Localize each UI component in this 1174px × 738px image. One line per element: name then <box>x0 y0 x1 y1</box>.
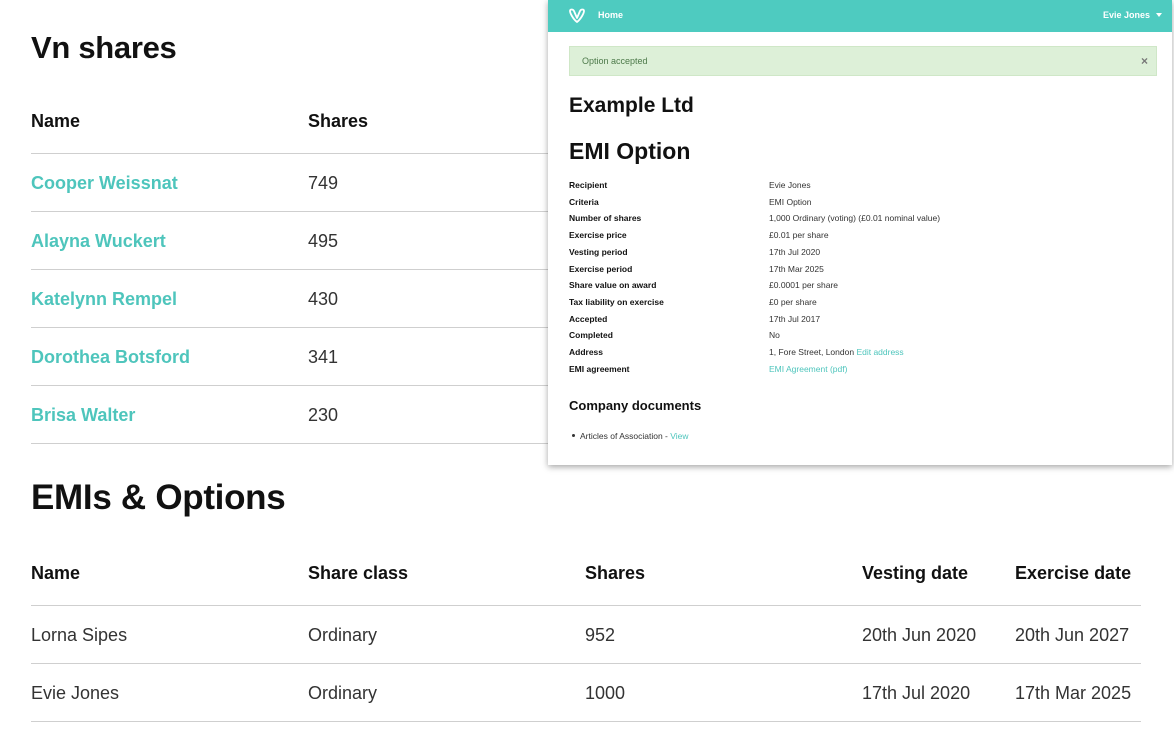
detail-value: £0 per share <box>769 297 817 307</box>
bullet-icon <box>572 434 575 437</box>
emi-table-header: Name Share class Shares Vesting date Exe… <box>31 547 1141 606</box>
detail-row-number-of-shares: Number of shares 1,000 Ordinary (voting)… <box>569 213 1129 227</box>
address-text: 1, Fore Street, London <box>769 347 855 357</box>
column-header-name: Name <box>31 563 81 583</box>
share-class: Ordinary <box>308 625 378 645</box>
detail-value: No <box>769 330 780 340</box>
v-logo-icon[interactable] <box>568 7 586 25</box>
detail-value: 17th Jul 2020 <box>769 247 821 257</box>
table-row: Lorna Sipes Ordinary 952 20th Jun 2020 2… <box>31 606 1141 664</box>
emi-agreement-pdf-link[interactable]: EMI Agreement (pdf) <box>769 364 847 374</box>
close-icon[interactable]: × <box>1141 54 1148 68</box>
list-item: Articles of Association - View <box>572 431 689 441</box>
emi-option-window: Home Evie Jones Option accepted × Exampl… <box>548 0 1172 465</box>
column-header-exercise-date: Exercise date <box>1015 563 1132 583</box>
shareholder-link[interactable]: Brisa Walter <box>31 405 135 426</box>
column-header-vesting-date: Vesting date <box>862 563 969 583</box>
detail-label: Tax liability on exercise <box>569 297 664 307</box>
detail-value: 1, Fore Street, London Edit address <box>769 347 904 357</box>
detail-value: £0.01 per share <box>769 230 829 240</box>
detail-row-completed: Completed No <box>569 330 1129 344</box>
emi-section-title: EMIs & Options <box>31 478 286 517</box>
nav-home-link[interactable]: Home <box>598 10 623 20</box>
detail-label: Exercise price <box>569 230 627 240</box>
company-title: Example Ltd <box>569 94 694 117</box>
holder-name: Evie Jones <box>31 683 120 703</box>
column-header-share-class: Share class <box>308 563 409 583</box>
detail-label: Accepted <box>569 314 608 324</box>
column-header-shares: Shares <box>585 563 646 583</box>
edit-address-link[interactable]: Edit address <box>856 347 903 357</box>
vesting-date: 17th Jul 2020 <box>862 683 971 703</box>
column-header-shares: Shares <box>308 111 369 131</box>
detail-value: EMI Option <box>769 197 812 207</box>
detail-label: Vesting period <box>569 247 628 257</box>
detail-row-exercise-price: Exercise price £0.01 per share <box>569 230 1129 244</box>
detail-value: EMI Agreement (pdf) <box>769 364 847 374</box>
shareholder-link[interactable]: Dorothea Botsford <box>31 347 190 368</box>
shares-value: 230 <box>308 405 339 425</box>
option-title: EMI Option <box>569 138 691 164</box>
detail-value: Evie Jones <box>769 180 811 190</box>
success-alert: Option accepted × <box>569 46 1157 76</box>
detail-value: 17th Jul 2017 <box>769 314 821 324</box>
shares-value: 952 <box>585 625 616 645</box>
detail-label: EMI agreement <box>569 364 630 374</box>
user-menu-toggle[interactable]: Evie Jones <box>1103 10 1150 20</box>
exercise-date: 17th Mar 2025 <box>1015 683 1132 703</box>
detail-value: 17th Mar 2025 <box>769 264 824 274</box>
holder-name: Lorna Sipes <box>31 625 128 645</box>
detail-value: 1,000 Ordinary (voting) (£0.01 nominal v… <box>769 213 941 223</box>
view-document-link[interactable]: View <box>670 431 688 441</box>
detail-row-accepted: Accepted 17th Jul 2017 <box>569 314 1129 328</box>
detail-row-emi-agreement: EMI agreement EMI Agreement (pdf) <box>569 364 1129 378</box>
detail-row-recipient: Recipient Evie Jones <box>569 180 1129 194</box>
detail-label: Number of shares <box>569 213 642 223</box>
detail-row-tax-liability: Tax liability on exercise £0 per share <box>569 297 1129 311</box>
detail-label: Completed <box>569 330 613 340</box>
alert-message: Option accepted <box>582 56 648 66</box>
detail-label: Address <box>569 347 604 357</box>
detail-label: Criteria <box>569 197 599 207</box>
share-class: Ordinary <box>308 683 378 703</box>
document-label: Articles of Association - <box>580 431 671 441</box>
detail-label: Recipient <box>569 180 608 190</box>
detail-label: Exercise period <box>569 264 633 274</box>
exercise-date: 20th Jun 2027 <box>1015 625 1130 645</box>
navbar: Home Evie Jones <box>548 0 1172 32</box>
shares-value: 1000 <box>585 683 626 703</box>
shares-value: 430 <box>308 289 339 309</box>
shareholder-link[interactable]: Alayna Wuckert <box>31 231 166 252</box>
shares-value: 749 <box>308 173 339 193</box>
shares-value: 495 <box>308 231 339 251</box>
shareholder-link[interactable]: Cooper Weissnat <box>31 173 178 194</box>
shares-value: 341 <box>308 347 339 367</box>
detail-row-address: Address 1, Fore Street, London Edit addr… <box>569 347 1129 361</box>
detail-row-vesting-period: Vesting period 17th Jul 2020 <box>569 247 1129 261</box>
column-header-name: Name <box>31 111 81 131</box>
table-row: Evie Jones Ordinary 1000 17th Jul 2020 1… <box>31 664 1141 722</box>
caret-down-icon[interactable] <box>1156 13 1162 17</box>
company-documents-title: Company documents <box>569 398 702 413</box>
detail-row-share-value: Share value on award £0.0001 per share <box>569 280 1129 294</box>
vesting-date: 20th Jun 2020 <box>862 625 977 645</box>
detail-row-exercise-period: Exercise period 17th Mar 2025 <box>569 264 1129 278</box>
detail-value: £0.0001 per share <box>769 280 838 290</box>
shares-section-title: Vn shares <box>31 30 177 65</box>
detail-label: Share value on award <box>569 280 657 290</box>
detail-row-criteria: Criteria EMI Option <box>569 197 1129 211</box>
shareholder-link[interactable]: Katelynn Rempel <box>31 289 177 310</box>
